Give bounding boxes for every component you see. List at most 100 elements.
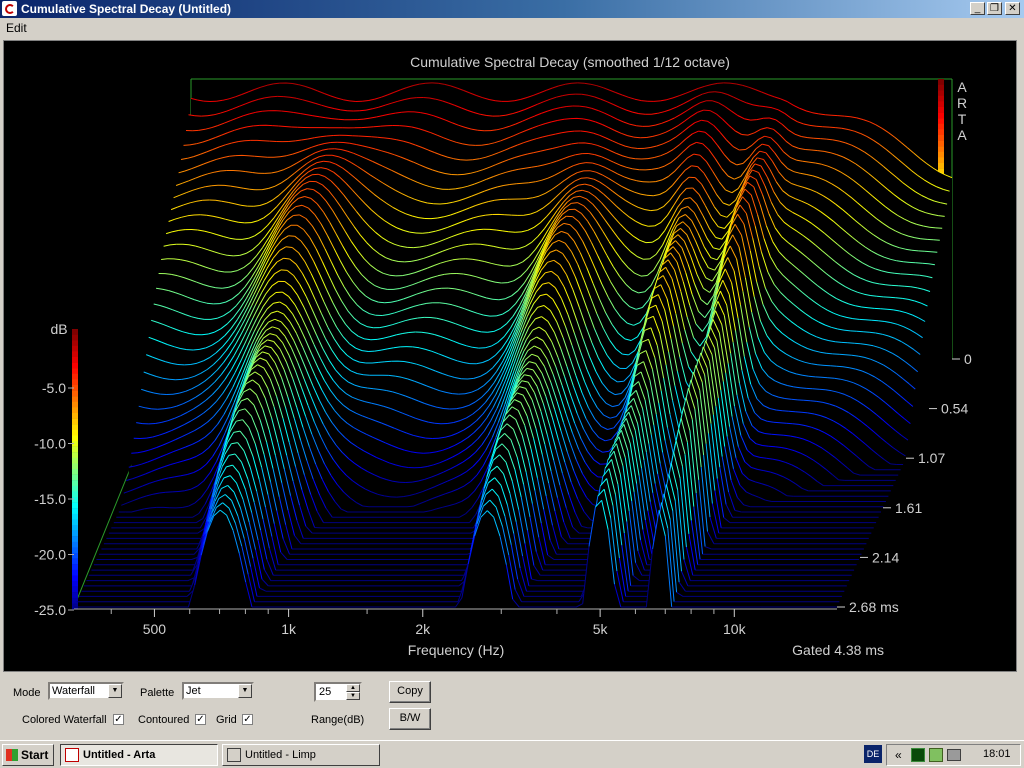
waterfall-slice-line (863, 331, 870, 333)
db-colorbar-segment (72, 424, 78, 430)
db-colorbar-segment (72, 357, 78, 363)
waterfall-slice-line (312, 528, 478, 534)
db-colorbar-segment (72, 351, 78, 358)
waterfall-slice-line (373, 125, 381, 128)
waterfall-slice-line (252, 172, 259, 174)
mode-label: Mode (13, 687, 41, 699)
db-colorbar-right-segment (938, 84, 944, 91)
waterfall-slice-line (641, 100, 648, 102)
db-colorbar-segment (72, 485, 78, 492)
waterfall-slice-line (739, 149, 746, 151)
waterfall-slice-line (645, 168, 652, 171)
grid-checkbox[interactable]: ✓ (242, 714, 253, 725)
db-colorbar-segment (72, 340, 78, 346)
waterfall-slice-line (650, 209, 658, 212)
spin-up-icon[interactable]: ▲ (346, 684, 360, 692)
waterfall-slice-line (717, 82, 724, 84)
db-colorbar-segment (72, 491, 78, 498)
waterfall-slice-line (193, 348, 200, 351)
db-colorbar-right-segment (938, 101, 944, 108)
arta-watermark-letter: A (957, 79, 967, 95)
waterfall-slice-line (452, 393, 459, 395)
waterfall-slice-line (384, 301, 392, 304)
waterfall-slice-line (617, 380, 624, 383)
freq-tick-label: 10k (723, 621, 747, 637)
language-indicator[interactable]: DE (864, 745, 882, 763)
waterfall-slice-line (206, 302, 214, 305)
waterfall-slice-line (113, 518, 204, 524)
palette-select[interactable]: Jet ▼ (182, 682, 254, 700)
waterfall-slice-line (357, 118, 364, 121)
copy-button[interactable]: Copy (389, 681, 431, 703)
waterfall-slice-line (920, 238, 928, 240)
task-arta[interactable]: Untitled - Arta (60, 744, 218, 766)
db-colorbar-right-segment (938, 107, 944, 113)
mode-select[interactable]: Waterfall ▼ (48, 682, 124, 700)
waterfall-slice-line (799, 387, 807, 389)
db-colorbar-segment (72, 474, 78, 481)
grid-label: Grid (216, 714, 237, 726)
waterfall-slice-line (359, 109, 367, 112)
db-colorbar-segment (72, 502, 78, 509)
close-button[interactable]: ✕ (1005, 2, 1020, 15)
db-tick-label: -25.0 (34, 602, 66, 618)
waterfall-slice-line (399, 125, 406, 127)
waterfall-slice-line (633, 136, 641, 139)
time-tick-label: 1.61 (895, 500, 922, 516)
waterfall-slice-line (501, 100, 515, 102)
palette-select-value: Jet (186, 685, 201, 697)
monitor-icon[interactable] (947, 749, 961, 761)
waterfall-slice-line (922, 262, 929, 265)
waterfall-slice-line (338, 118, 345, 121)
waterfall-slice-line (323, 160, 330, 163)
task-limp[interactable]: Untitled - Limp (222, 744, 380, 766)
waterfall-slice-line (410, 97, 417, 99)
waterfall-slice-line (703, 109, 711, 112)
waterfall-slice-line (903, 261, 910, 263)
waterfall-slice-line (930, 251, 938, 253)
range-spinner[interactable]: 25 ▲ ▼ (314, 682, 362, 702)
cpu-meter-icon[interactable] (911, 748, 925, 762)
dropdown-arrow-icon[interactable]: ▼ (108, 684, 122, 698)
waterfall-slice-line (81, 576, 197, 592)
waterfall-slice-line (811, 149, 818, 152)
db-colorbar-segment (72, 452, 78, 458)
waterfall-slice-line (486, 115, 493, 117)
waterfall-slice-line (252, 597, 463, 608)
dropdown-arrow-icon[interactable]: ▼ (238, 684, 252, 698)
waterfall-slice-line (829, 126, 836, 129)
spin-down-icon[interactable]: ▼ (346, 692, 360, 700)
waterfall-slice-line (808, 375, 816, 378)
bw-button[interactable]: B/W (389, 708, 431, 730)
waterfall-slice-line (741, 134, 749, 136)
clock[interactable]: 18:01 (983, 748, 1011, 760)
waterfall-slice-line (369, 505, 414, 508)
waterfall-chart: Cumulative Spectral Decay (smoothed 1/12… (34, 54, 972, 658)
waterfall-slice-line (640, 275, 648, 277)
db-colorbar-segment (72, 463, 78, 470)
waterfall-slice-line (807, 137, 814, 139)
waterfall-slice-line (786, 422, 793, 425)
colored-waterfall-checkbox[interactable]: ✓ (113, 714, 124, 725)
freq-axis-label: Frequency (Hz) (408, 642, 504, 658)
tray-expand-icon[interactable]: « (895, 748, 902, 762)
waterfall-slice-line (467, 377, 474, 380)
db-colorbar-segment (72, 513, 78, 520)
minimize-button[interactable]: _ (970, 2, 985, 15)
db-colorbar-segment (72, 362, 78, 369)
start-button[interactable]: Start (2, 744, 54, 766)
waterfall-slice-line (422, 232, 429, 234)
waterfall-slice-line (773, 421, 781, 424)
waterfall-slice-line (293, 214, 300, 216)
waterfall-slice-line (323, 513, 477, 524)
waterfall-slice-line (880, 308, 888, 310)
network-icon[interactable] (929, 748, 943, 762)
db-colorbar-right-segment (938, 112, 944, 119)
arta-app-icon[interactable] (2, 1, 17, 16)
contoured-checkbox[interactable]: ✓ (195, 714, 206, 725)
menu-edit[interactable]: Edit (6, 21, 27, 35)
waterfall-slice-line (801, 411, 808, 414)
restore-button[interactable]: ❐ (987, 2, 1002, 15)
waterfall-slice-line (311, 173, 319, 176)
db-colorbar-right-segment (938, 135, 944, 141)
